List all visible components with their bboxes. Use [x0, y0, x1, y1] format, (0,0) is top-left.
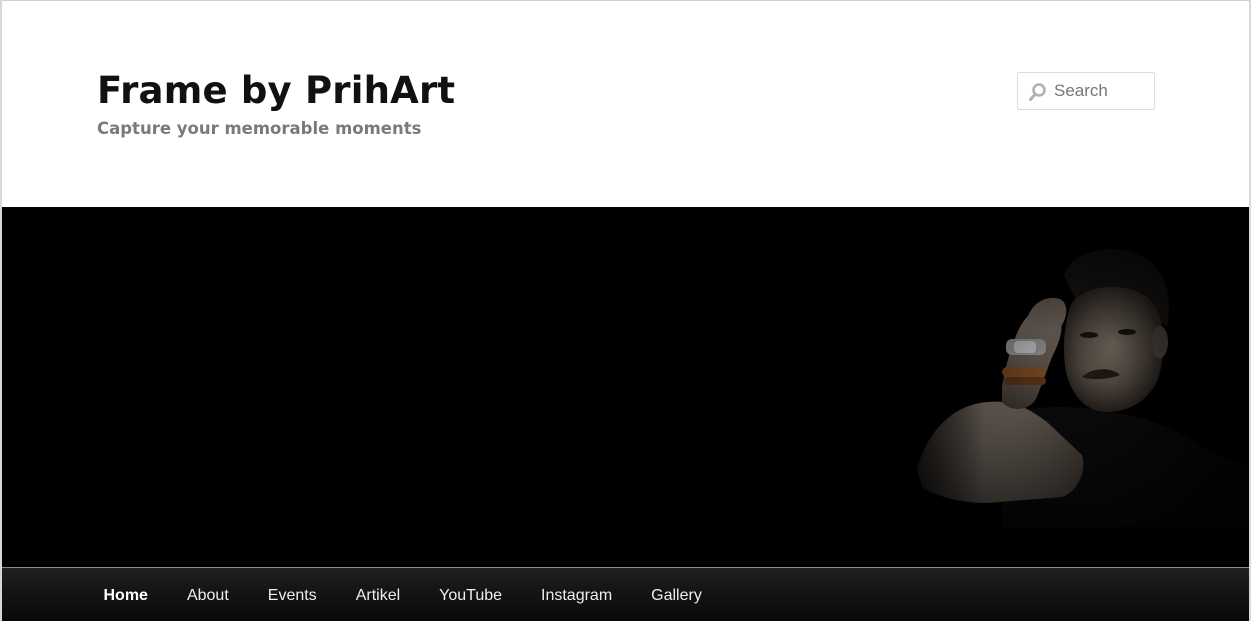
menu-item-home[interactable]: Home — [84, 568, 167, 621]
menu-list: Home About Events Artikel YouTube Instag… — [84, 568, 721, 621]
search-form[interactable] — [1017, 72, 1155, 110]
page: Frame by PrihArt Capture your memorable … — [0, 0, 1251, 621]
site-header: Frame by PrihArt Capture your memorable … — [2, 1, 1249, 207]
site-title[interactable]: Frame by PrihArt — [97, 65, 455, 117]
menu-item-events[interactable]: Events — [248, 568, 336, 621]
menu-item-artikel[interactable]: Artikel — [336, 568, 419, 621]
header-banner-image — [2, 207, 1249, 567]
main-navigation: Home About Events Artikel YouTube Instag… — [2, 568, 1249, 621]
site-description: Capture your memorable moments — [97, 119, 422, 138]
search-input[interactable] — [1052, 73, 1154, 109]
menu-item-youtube[interactable]: YouTube — [420, 568, 522, 621]
menu-item-about[interactable]: About — [167, 568, 248, 621]
menu-item-gallery[interactable]: Gallery — [632, 568, 722, 621]
portrait-photo-icon — [2, 207, 1249, 567]
menu-item-instagram[interactable]: Instagram — [522, 568, 632, 621]
search-icon — [1029, 83, 1046, 101]
